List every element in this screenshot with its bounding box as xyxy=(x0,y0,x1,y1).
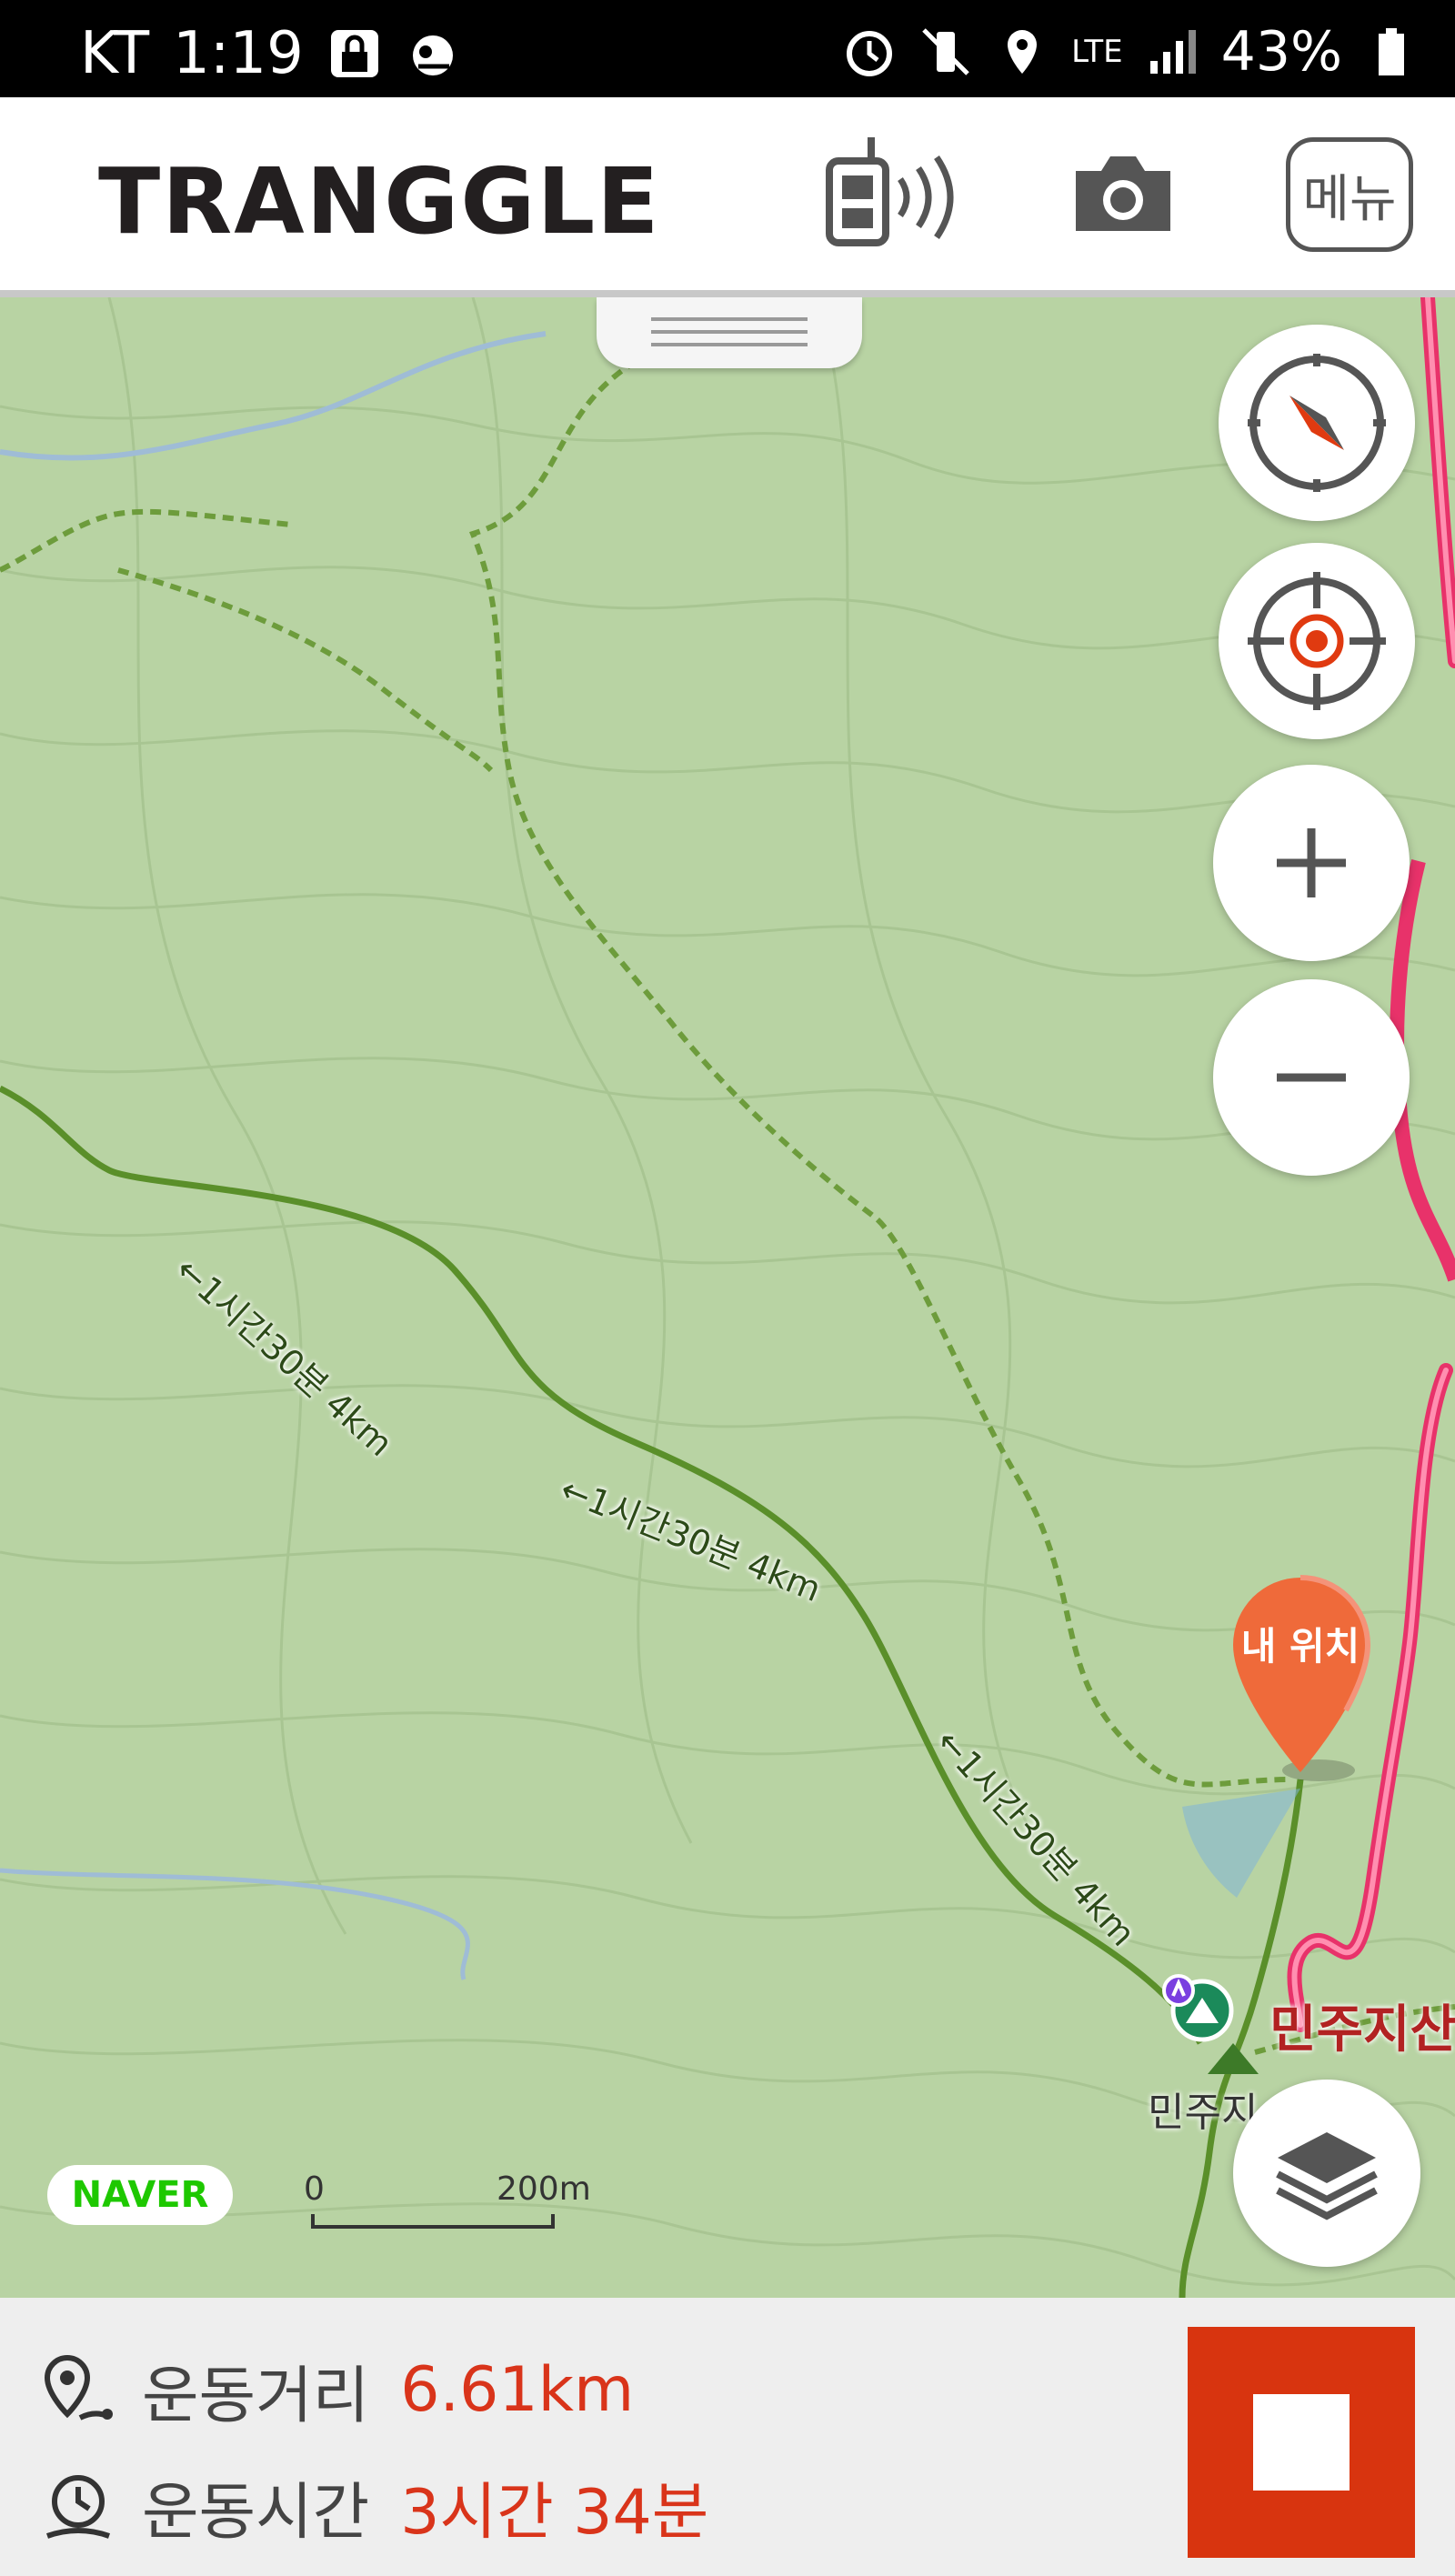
lock-icon xyxy=(330,30,378,77)
battery-level: 43% xyxy=(1220,20,1342,84)
distance-label: 운동거리 xyxy=(142,2360,370,2432)
my-location-label: 내 위치 xyxy=(1240,1624,1360,1669)
zoom-out-button[interactable] xyxy=(1213,979,1410,1176)
vibrate-mute-icon xyxy=(922,28,969,75)
plus-icon xyxy=(1277,828,1346,897)
network-label: LTE xyxy=(1071,34,1123,70)
distance-row: 운동거리 6.61km xyxy=(40,2345,634,2435)
walkie-talkie-icon xyxy=(826,137,954,246)
distance-value: 6.61km xyxy=(400,2354,635,2426)
minus-icon xyxy=(1277,1073,1346,1082)
walkie-talkie-button[interactable] xyxy=(818,134,964,252)
camera-icon xyxy=(1076,156,1170,231)
place-label-secondary: 민주지 xyxy=(1148,2090,1259,2136)
time-value: 3시간 34분 xyxy=(400,2477,709,2549)
camera-button[interactable] xyxy=(1064,134,1182,252)
scale-bar xyxy=(311,2214,555,2229)
compass-button[interactable] xyxy=(1219,325,1415,521)
peak-triangle-icon xyxy=(1208,2043,1259,2074)
carrier-label: KT xyxy=(80,20,150,87)
layers-icon xyxy=(1276,2132,1378,2220)
status-bar: KT 1:19 LTE 43% xyxy=(0,0,1455,97)
stop-icon xyxy=(1253,2394,1350,2491)
stats-panel: 운동거리 6.61km 운동시간 3시간 34분 xyxy=(0,2298,1455,2576)
battery-icon xyxy=(1379,28,1404,75)
drawer-handle[interactable] xyxy=(597,297,862,368)
menu-button[interactable]: 메뉴 xyxy=(1286,137,1413,252)
scale-max: 200m xyxy=(497,2170,591,2208)
signal-icon xyxy=(1149,30,1196,74)
weather-icon xyxy=(412,35,453,75)
time-label: 운동시간 xyxy=(142,2477,370,2549)
location-icon xyxy=(1008,30,1038,74)
stop-recording-button[interactable] xyxy=(1188,2327,1415,2558)
alarm-icon xyxy=(847,31,893,76)
scale-zero: 0 xyxy=(304,2170,325,2208)
exercise-time-icon xyxy=(46,2474,110,2539)
my-location-button[interactable] xyxy=(1219,543,1415,739)
map-layers-button[interactable] xyxy=(1233,2080,1420,2267)
compass-icon xyxy=(1248,354,1386,492)
mountain-summit-icon[interactable] xyxy=(1155,1970,1237,2043)
time-row: 운동시간 3시간 34분 xyxy=(40,2461,708,2551)
route-distance-icon xyxy=(44,2354,113,2421)
zoom-in-button[interactable] xyxy=(1213,765,1410,961)
clock: 1:19 xyxy=(173,20,304,87)
map-view[interactable]: ←1시간30분 4km ←1시간30분 4km ←1시간30분 4km 내 위치… xyxy=(0,297,1455,2298)
my-location-marker[interactable] xyxy=(1219,1570,1382,1789)
naver-logo: NAVER xyxy=(47,2165,233,2225)
tranggle-logo: TRANGGLE xyxy=(98,148,661,255)
crosshair-icon xyxy=(1248,572,1386,710)
app-header: TRANGGLE 메뉴 xyxy=(0,97,1455,297)
place-label-minjujisan[interactable]: 민주지산 xyxy=(1269,1989,1455,2062)
